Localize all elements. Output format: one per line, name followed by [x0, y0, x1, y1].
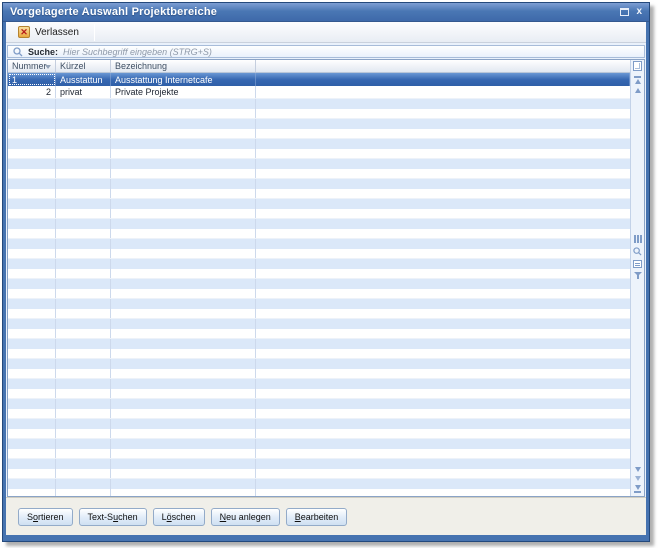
filter-icon[interactable] [634, 272, 642, 276]
verlassen-label: Verlassen [35, 27, 79, 38]
close-button[interactable]: x [636, 7, 642, 17]
empty-table-row [8, 249, 630, 259]
empty-table-row [8, 309, 630, 319]
empty-table-row [8, 419, 630, 429]
empty-table-row [8, 209, 630, 219]
column-chooser-icon[interactable] [633, 61, 642, 71]
empty-table-row [8, 489, 630, 496]
column-header-kuerzel[interactable]: Kürzel [56, 60, 111, 72]
empty-table-row [8, 179, 630, 189]
empty-table-row [8, 119, 630, 129]
window-title: Vorgelagerte Auswahl Projektbereiche [10, 6, 217, 18]
table-row[interactable]: 1AusstattunAusstattung Internetcafe [8, 73, 630, 86]
empty-table-row [8, 259, 630, 269]
empty-table-row [8, 219, 630, 229]
dialog-window: Vorgelagerte Auswahl Projektbereiche x ✕… [2, 2, 650, 542]
empty-table-row [8, 189, 630, 199]
empty-table-row [8, 469, 630, 479]
card-view-icon[interactable] [633, 260, 642, 268]
pin-icon[interactable] [634, 235, 642, 243]
strip-middle-icons [633, 235, 642, 276]
search-input[interactable]: Hier Suchbegriff eingeben (STRG+S) [63, 47, 212, 57]
empty-table-row [8, 339, 630, 349]
empty-table-row [8, 139, 630, 149]
empty-table-row [8, 399, 630, 409]
empty-table-row [8, 439, 630, 449]
empty-table-row [8, 379, 630, 389]
table-row[interactable]: 2privatPrivate Projekte [8, 86, 630, 99]
empty-table-row [8, 269, 630, 279]
column-header-nummer[interactable]: Nummer [8, 60, 56, 72]
empty-table-row [8, 149, 630, 159]
search-icon [13, 47, 23, 57]
grid-header: Nummer Kürzel Bezeichnung [8, 60, 630, 73]
toolbar: ✕ Verlassen [6, 22, 646, 43]
text-suchen-button[interactable]: Text-Suchen [79, 508, 147, 526]
toolbar-separator [94, 24, 95, 41]
empty-table-row [8, 449, 630, 459]
grid-main: Nummer Kürzel Bezeichnung 1AusstattunAus… [8, 60, 630, 496]
column-header-bezeichnung[interactable]: Bezeichnung [111, 60, 256, 72]
empty-table-row [8, 239, 630, 249]
empty-table-row [8, 109, 630, 119]
empty-table-row [8, 329, 630, 339]
empty-table-row [8, 409, 630, 419]
empty-table-row [8, 199, 630, 209]
grid-side-strip [630, 60, 644, 496]
strip-search-icon[interactable] [633, 247, 642, 256]
sortieren-button[interactable]: Sortieren [18, 508, 73, 526]
empty-table-row [8, 479, 630, 489]
bearbeiten-button[interactable]: Bearbeiten [286, 508, 348, 526]
screen: Vorgelagerte Auswahl Projektbereiche x ✕… [0, 0, 658, 548]
sort-descending-icon [45, 65, 51, 69]
column-header-filler [256, 60, 630, 72]
empty-table-row [8, 99, 630, 109]
scroll-up-icon[interactable] [635, 88, 641, 93]
scroll-to-top-icon[interactable] [634, 75, 641, 86]
title-bar[interactable]: Vorgelagerte Auswahl Projektbereiche x [3, 3, 649, 22]
empty-table-row [8, 279, 630, 289]
scroll-drag-icon[interactable] [635, 476, 641, 481]
grid-body: 1AusstattunAusstattung Internetcafe2priv… [8, 73, 630, 496]
exit-icon: ✕ [18, 26, 30, 38]
search-label: Suche: [28, 47, 58, 57]
empty-table-row [8, 319, 630, 329]
empty-table-row [8, 169, 630, 179]
restore-button[interactable] [620, 8, 629, 16]
footer-button-bar: Sortieren Text-Suchen Löschen Neu anlege… [6, 497, 646, 535]
empty-table-row [8, 359, 630, 369]
window-controls: x [620, 7, 642, 17]
scroll-down-icon[interactable] [635, 467, 641, 472]
loeschen-button[interactable]: Löschen [153, 508, 205, 526]
empty-table-row [8, 159, 630, 169]
content-area: Suche: Hier Suchbegriff eingeben (STRG+S… [6, 43, 646, 497]
empty-table-row [8, 299, 630, 309]
scroll-to-bottom-icon[interactable] [634, 483, 641, 494]
verlassen-button[interactable]: ✕ Verlassen [10, 23, 87, 41]
empty-table-row [8, 229, 630, 239]
window-bottom-edge [3, 535, 649, 541]
empty-table-row [8, 369, 630, 379]
projects-grid: Nummer Kürzel Bezeichnung 1AusstattunAus… [7, 59, 645, 497]
empty-table-row [8, 289, 630, 299]
strip-bottom-icons [634, 465, 641, 494]
empty-table-row [8, 129, 630, 139]
empty-table-row [8, 389, 630, 399]
empty-table-row [8, 349, 630, 359]
neu-anlegen-button[interactable]: Neu anlegen [211, 508, 280, 526]
search-bar[interactable]: Suche: Hier Suchbegriff eingeben (STRG+S… [7, 45, 645, 58]
empty-table-row [8, 459, 630, 469]
empty-table-row [8, 429, 630, 439]
